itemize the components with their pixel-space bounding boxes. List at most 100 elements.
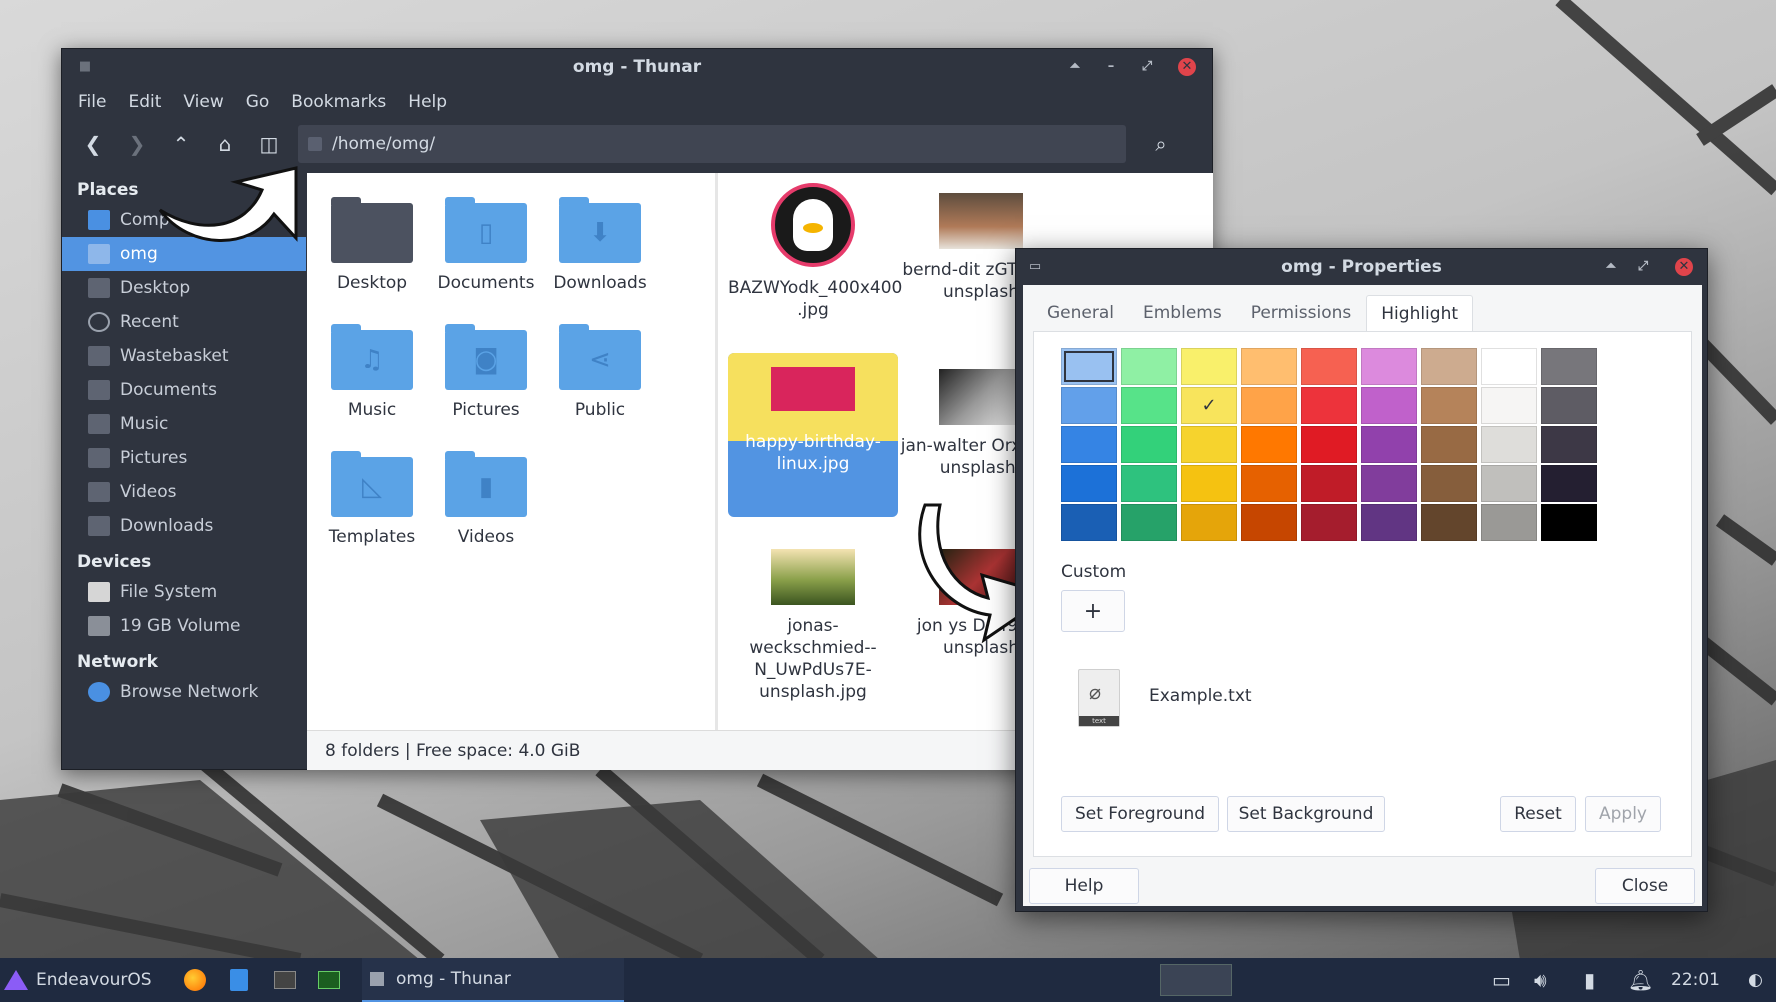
color-swatch[interactable] bbox=[1241, 465, 1297, 502]
color-swatch[interactable] bbox=[1541, 465, 1597, 502]
menu-help[interactable]: Help bbox=[408, 92, 447, 112]
close-icon[interactable]: ✕ bbox=[1178, 58, 1196, 76]
battery-icon[interactable]: ▮ bbox=[1584, 958, 1595, 1002]
folder-videos[interactable]: ▮ Videos bbox=[431, 451, 541, 547]
menu-go[interactable]: Go bbox=[246, 92, 270, 112]
color-swatch[interactable] bbox=[1241, 348, 1297, 385]
color-swatch[interactable] bbox=[1121, 387, 1177, 424]
color-swatch[interactable] bbox=[1421, 348, 1477, 385]
folder-public[interactable]: ⋖ Public bbox=[545, 324, 655, 420]
color-swatch[interactable] bbox=[1181, 504, 1237, 541]
menu-file[interactable]: File bbox=[78, 92, 106, 112]
volume-icon[interactable]: 🔊︎ bbox=[1534, 958, 1547, 1002]
color-swatch[interactable] bbox=[1541, 387, 1597, 424]
color-swatch[interactable] bbox=[1361, 504, 1417, 541]
forward-icon[interactable]: ❯ bbox=[118, 125, 156, 163]
sidebar-item-desktop[interactable]: Desktop bbox=[62, 271, 306, 305]
color-swatch[interactable] bbox=[1301, 348, 1357, 385]
color-swatch[interactable] bbox=[1061, 387, 1117, 424]
color-swatch[interactable] bbox=[1181, 465, 1237, 502]
session-icon[interactable]: ◐ bbox=[1748, 958, 1763, 1002]
add-custom-color-button[interactable]: + bbox=[1061, 590, 1125, 632]
sidebar-item-file-system[interactable]: File System bbox=[62, 575, 306, 609]
color-swatch[interactable] bbox=[1121, 465, 1177, 502]
notification-icon[interactable]: 🔔︎ bbox=[1628, 958, 1653, 1002]
color-swatch[interactable]: ✓ bbox=[1181, 387, 1237, 424]
clock[interactable]: 22:01 bbox=[1671, 958, 1720, 1002]
sidebar-item-videos[interactable]: Videos bbox=[62, 475, 306, 509]
workspace-switcher[interactable] bbox=[1160, 958, 1232, 1002]
color-swatch[interactable] bbox=[1301, 387, 1357, 424]
color-swatch[interactable] bbox=[1181, 348, 1237, 385]
menu-view[interactable]: View bbox=[183, 92, 223, 112]
files-launcher[interactable] bbox=[230, 958, 248, 1002]
color-swatch[interactable] bbox=[1541, 504, 1597, 541]
color-swatch[interactable] bbox=[1121, 348, 1177, 385]
up-icon[interactable]: ⌃ bbox=[162, 125, 200, 163]
maximize-icon[interactable]: ⤢ bbox=[1138, 58, 1156, 76]
menu-edit[interactable]: Edit bbox=[128, 92, 161, 112]
sidebar-item-recent[interactable]: Recent bbox=[62, 305, 306, 339]
color-swatch[interactable] bbox=[1421, 426, 1477, 463]
color-swatch[interactable] bbox=[1301, 465, 1357, 502]
terminal-launcher[interactable] bbox=[274, 958, 296, 1002]
color-swatch[interactable] bbox=[1121, 426, 1177, 463]
sidebar-item-downloads[interactable]: Downloads bbox=[62, 509, 306, 543]
file-jonas[interactable]: jonas-weckschmied--N_UwPdUs7E-unsplash.j… bbox=[728, 549, 898, 703]
color-swatch[interactable] bbox=[1481, 504, 1537, 541]
color-swatch[interactable] bbox=[1541, 348, 1597, 385]
color-swatch[interactable] bbox=[1241, 387, 1297, 424]
color-swatch[interactable] bbox=[1361, 348, 1417, 385]
search-icon[interactable]: ⌕ bbox=[1142, 125, 1180, 163]
file-bazwyodk[interactable]: BAZWYodk_400x400 .jpg bbox=[728, 183, 902, 321]
tab-permissions[interactable]: Permissions bbox=[1237, 295, 1366, 331]
apply-button[interactable]: Apply bbox=[1585, 796, 1661, 832]
color-swatch[interactable] bbox=[1361, 387, 1417, 424]
color-swatch[interactable] bbox=[1061, 426, 1117, 463]
shade-icon[interactable]: ⏶ bbox=[1602, 258, 1620, 276]
sidebar-item-browse-network[interactable]: Browse Network bbox=[62, 675, 306, 709]
window-menu-icon[interactable]: ■ bbox=[76, 58, 94, 76]
sidebar-item-documents[interactable]: Documents bbox=[62, 373, 306, 407]
color-swatch[interactable] bbox=[1121, 504, 1177, 541]
thunar-titlebar[interactable]: ■ omg - Thunar ⏶ – ⤢ ✕ bbox=[62, 49, 1212, 85]
set-foreground-button[interactable]: Set Foreground bbox=[1061, 796, 1219, 832]
folder-desktop[interactable]: Desktop bbox=[317, 197, 427, 293]
folder-music[interactable]: ♫ Music bbox=[317, 324, 427, 420]
close-icon[interactable]: ✕ bbox=[1675, 258, 1693, 276]
sidebar-item-omg[interactable]: omg bbox=[62, 237, 306, 271]
color-swatch[interactable] bbox=[1061, 348, 1117, 385]
sidebar-item-wastebasket[interactable]: Wastebasket bbox=[62, 339, 306, 373]
firefox-launcher[interactable] bbox=[184, 958, 206, 1002]
color-swatch[interactable] bbox=[1481, 465, 1537, 502]
color-swatch[interactable] bbox=[1421, 465, 1477, 502]
close-button[interactable]: Close bbox=[1595, 868, 1695, 904]
sidebar-item-pictures[interactable]: Pictures bbox=[62, 441, 306, 475]
start-menu-button[interactable]: EndeavourOS bbox=[4, 958, 152, 1002]
reset-button[interactable]: Reset bbox=[1500, 796, 1576, 832]
tab-emblems[interactable]: Emblems bbox=[1129, 295, 1236, 331]
folder-documents[interactable]: ▯ Documents bbox=[431, 197, 541, 293]
home-icon[interactable]: ⌂ bbox=[206, 125, 244, 163]
color-swatch[interactable] bbox=[1481, 387, 1537, 424]
color-swatch[interactable] bbox=[1301, 504, 1357, 541]
minimize-icon[interactable]: – bbox=[1102, 58, 1120, 76]
properties-titlebar[interactable]: ▭ omg - Properties ⏶ ⤢ ✕ bbox=[1016, 249, 1707, 285]
color-swatch[interactable] bbox=[1481, 348, 1537, 385]
display-icon[interactable]: ▭ bbox=[1492, 958, 1511, 1002]
monitor-launcher[interactable] bbox=[318, 958, 340, 1002]
color-swatch[interactable] bbox=[1361, 465, 1417, 502]
color-swatch[interactable] bbox=[1421, 387, 1477, 424]
color-swatch[interactable] bbox=[1301, 426, 1357, 463]
color-swatch[interactable] bbox=[1061, 504, 1117, 541]
taskbar-window-thunar[interactable]: omg - Thunar bbox=[362, 958, 624, 1002]
folder-pictures[interactable]: ◙ Pictures bbox=[431, 324, 541, 420]
help-button[interactable]: Help bbox=[1029, 868, 1139, 904]
shade-icon[interactable]: ⏶ bbox=[1066, 58, 1084, 76]
color-swatch[interactable] bbox=[1481, 426, 1537, 463]
maximize-icon[interactable]: ⤢ bbox=[1634, 258, 1652, 276]
color-swatch[interactable] bbox=[1421, 504, 1477, 541]
set-background-button[interactable]: Set Background bbox=[1227, 796, 1385, 832]
sidebar-item-computer[interactable]: Comp bbox=[62, 203, 306, 237]
file-happy-birthday[interactable]: happy-birthday-linux.jpg bbox=[728, 353, 898, 517]
